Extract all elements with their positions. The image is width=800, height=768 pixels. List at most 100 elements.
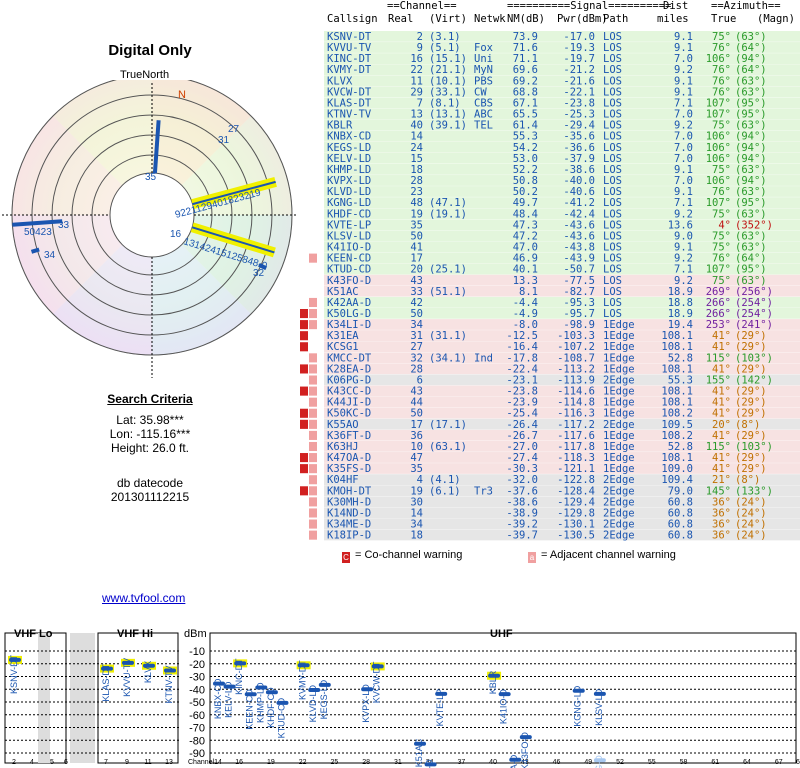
cell-virt: (39.1) (429, 120, 467, 132)
adjacent-warning (309, 430, 317, 440)
polar-station-label: 35 (145, 172, 157, 183)
station-label: KTNV-TV (164, 666, 174, 704)
station-label: KLVD-LD (308, 685, 318, 723)
tvfool-link[interactable]: www.tvfool.com (102, 591, 185, 605)
band-gap (38, 633, 50, 763)
co-channel-warning (300, 331, 308, 341)
adjacent-warning (309, 475, 317, 485)
station-label: KELV-LD (224, 681, 234, 718)
cell-real: 18 (410, 530, 423, 542)
y-axis-label: dBm (184, 628, 207, 640)
polar-station-label: 33 (58, 220, 70, 231)
station-label: KVCW-DT (372, 661, 382, 703)
adjacent-warning (309, 364, 317, 374)
co-channel-warning (300, 364, 308, 374)
cell-virt: (63.1) (429, 441, 467, 453)
x-tick-label: 22 (299, 759, 307, 766)
x-tick-label: 46 (553, 759, 561, 766)
station-label: K51AC (414, 738, 424, 767)
station-label: K34LI-D (425, 759, 435, 768)
x-tick-label: 6 (64, 759, 68, 766)
legend-co-channel-text: = Co-channel warning (355, 549, 463, 561)
adjacent-warning (309, 508, 317, 518)
x-tick-label: 61 (711, 759, 719, 766)
adjacent-warning (309, 353, 317, 363)
co-channel-warning (300, 408, 308, 418)
col-header-8: True (711, 13, 736, 25)
cell-virt: (31.1) (429, 330, 467, 342)
co-channel-warning (300, 342, 308, 352)
station-ray (30, 247, 40, 254)
legend-co-channel: C = Co-channel warning (342, 549, 462, 563)
vhflo-frame (4, 632, 67, 764)
hdr-dist: Dist (663, 0, 688, 12)
cell-true-az: 36° (712, 530, 731, 542)
station-label: KEEN-CD (245, 689, 255, 730)
cell-callsign: K18IP-D (327, 530, 371, 542)
co-channel-warning (300, 386, 308, 396)
x-tick-label: 5 (50, 759, 54, 766)
x-tick-label: 49 (584, 759, 592, 766)
station-label: KVVU-TV (122, 658, 132, 697)
x-tick-label: 13 (165, 759, 173, 766)
cell-dist: 60.8 (668, 530, 693, 542)
x-tick-label: 16 (235, 759, 243, 766)
col-header-7: miles (657, 13, 689, 25)
datecode-label: db datecode (116, 476, 184, 490)
north-label: N (178, 89, 186, 101)
adjacent-warning (309, 320, 317, 330)
station-label: K50LG-D (594, 755, 604, 768)
adjacent-warning (309, 453, 317, 463)
polar-plot: N35273192211294018232191613142415125848-… (2, 80, 298, 378)
station-label: K41IO-D (499, 689, 509, 725)
polar-station-label: 16 (170, 229, 182, 240)
y-tick-label: -80 (189, 735, 205, 747)
y-tick-label: -60 (189, 710, 205, 722)
cell-magn-az: (24°) (735, 530, 767, 542)
x-tick-label: 19 (267, 759, 275, 766)
x-tick-label: 28 (362, 759, 370, 766)
band-label-uhf: UHF (490, 628, 513, 640)
cell-virt: (19.1) (429, 208, 467, 220)
col-header-2: (Virt) (429, 13, 467, 25)
x-tick-label: 11 (144, 759, 151, 766)
polar-station-label: 27 (228, 124, 240, 135)
station-label: K43FO-D (520, 732, 530, 768)
x-tick-label: 7 (104, 759, 108, 766)
x-tick-label: 37 (457, 759, 465, 766)
cell-network: Ind (474, 352, 493, 364)
cell-virt: (25.1) (429, 264, 467, 276)
col-header-3: Netwk (474, 13, 506, 25)
co-channel-warning (300, 464, 308, 474)
x-tick-label: 64 (743, 759, 751, 766)
station-label: KVMY-DT (298, 660, 308, 700)
cell-network: Tr3 (474, 485, 493, 497)
band-gap (70, 633, 95, 763)
band-label-vhflo: VHF Lo (14, 628, 53, 640)
station-label: KHDF-CD (266, 687, 276, 728)
col-header-4: NM(dB) (507, 13, 545, 25)
cell-pwr: -130.5 (557, 530, 595, 542)
adjacent-warning (309, 375, 317, 385)
x-axis-label: Channel (188, 759, 215, 766)
adjacent-warning (309, 408, 317, 418)
panel-title: Digital Only (108, 42, 192, 59)
height-value: Height: 26.0 ft. (110, 441, 190, 455)
datecode-value: 201301112215 (110, 490, 190, 504)
band-label-vhfhi: VHF Hi (117, 628, 153, 640)
station-label: KNBX-CD (213, 678, 223, 719)
station-label: KEGS-LD (319, 679, 329, 719)
polar-station-label: 32 (253, 268, 265, 279)
cell-virt: (34.1) (429, 352, 467, 364)
lon-value: Lon: -115.16*** (109, 427, 191, 441)
legend-adjacent-text: = Adjacent channel warning (541, 549, 676, 561)
adjacent-warning (309, 386, 317, 396)
col-header-6: Path (603, 13, 628, 25)
x-tick-label: 25 (330, 759, 338, 766)
col-header-5: Pwr(dBm) (557, 13, 608, 25)
x-tick-label: 58 (680, 759, 688, 766)
legend-adjacent: a = Adjacent channel warning (528, 549, 676, 563)
x-tick-label: 9 (125, 759, 129, 766)
adjacent-warning (309, 441, 317, 452)
station-label: KLSV-LD (594, 688, 604, 726)
